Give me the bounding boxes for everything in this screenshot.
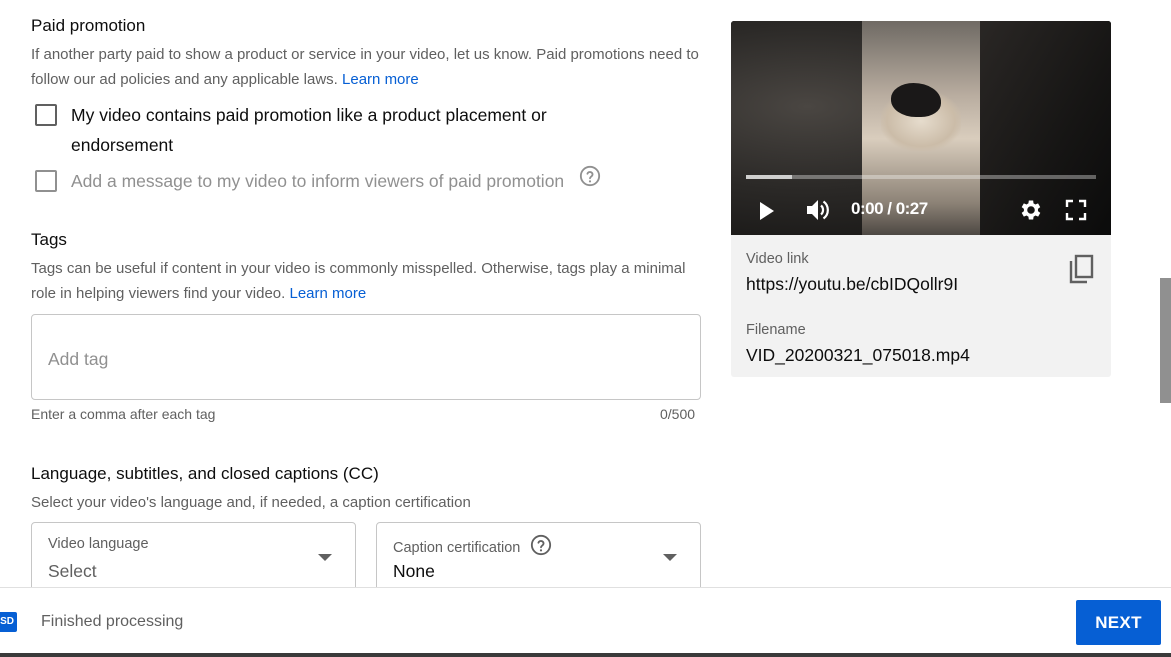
filename-value: VID_20200321_075018.mp4 [746,345,970,365]
tags-counter: 0/500 [660,406,696,422]
filename-label: Filename [746,322,806,338]
paid-promotion-checkbox-label-line1: My video contains paid promotion like a … [71,105,547,125]
dropdown-arrow-icon [663,554,677,561]
video-link[interactable]: https://youtu.be/cbIDQollr9I [746,274,958,295]
language-title: Language, subtitles, and closed captions… [31,464,379,483]
video-preview-card: 0:00 / 0:27 Video link https://youtu.be/… [731,21,1111,377]
video-frame-dog [891,83,941,117]
caption-certification-value: None [393,561,435,581]
video-link-label: Video link [746,251,809,267]
tags-hint: Enter a comma after each tag [31,406,216,422]
video-progress-bar[interactable] [746,175,1096,179]
scrollbar-thumb[interactable] [1160,278,1171,403]
paid-promotion-message-label[interactable]: Add a message to my video to inform view… [71,166,601,196]
volume-icon[interactable] [804,197,832,228]
fullscreen-icon[interactable] [1065,199,1087,226]
tags-input[interactable] [48,345,668,373]
video-progress-loaded [746,175,792,179]
paid-promotion-learn-more-link[interactable]: Learn more [342,71,419,88]
paid-promotion-message-text: Add a message to my video to inform view… [71,171,565,191]
caption-certification-label-row: Caption certification [393,534,552,560]
tags-field[interactable] [31,314,701,400]
dropdown-arrow-icon [318,554,332,561]
paid-promotion-checkbox-label-line2: endorsement [71,135,174,155]
video-language-label: Video language [48,536,149,552]
paid-promotion-message-checkbox-row[interactable]: Add a message to my video to inform view… [35,166,601,196]
window-bottom-edge [0,653,1171,657]
caption-certification-label: Caption certification [393,540,521,556]
video-player[interactable]: 0:00 / 0:27 [731,21,1111,235]
upload-details-page: Paid promotion If another party paid to … [0,0,1171,657]
video-time: 0:00 / 0:27 [851,199,928,218]
copy-icon[interactable] [1067,254,1095,291]
paid-promotion-checkbox-row[interactable]: My video contains paid promotion like a … [35,104,547,160]
video-frame-right [980,21,1111,235]
paid-promotion-checkbox[interactable] [35,104,57,126]
video-language-value: Select [48,561,97,581]
footer-bar: SD Finished processing NEXT [0,587,1171,657]
play-icon[interactable] [757,200,777,227]
tags-learn-more-link[interactable]: Learn more [289,285,366,302]
paid-promotion-message-checkbox[interactable] [35,170,57,192]
paid-promotion-title: Paid promotion [31,16,146,35]
paid-promotion-checkbox-label[interactable]: My video contains paid promotion like a … [71,100,547,160]
settings-gear-icon[interactable] [1018,197,1044,228]
tags-title: Tags [31,230,67,249]
processing-status: Finished processing [41,613,184,630]
language-description: Select your video's language and, if nee… [31,494,471,511]
help-icon[interactable] [530,534,552,560]
tags-description: Tags can be useful if content in your vi… [31,256,711,306]
sd-badge: SD [0,612,17,632]
paid-promotion-description: If another party paid to show a product … [31,42,711,92]
next-button[interactable]: NEXT [1076,600,1161,645]
help-icon[interactable] [579,165,601,196]
